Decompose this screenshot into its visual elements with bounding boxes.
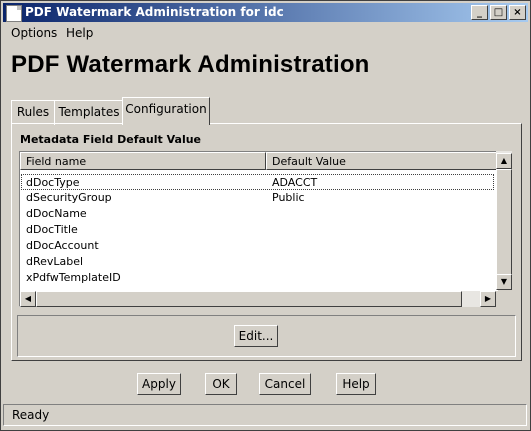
scroll-down-button[interactable]: ▼	[496, 274, 512, 290]
cancel-button[interactable]: Cancel	[259, 373, 311, 395]
title-bar[interactable]: PDF Watermark Administration for idc _ □…	[3, 3, 528, 22]
field-name-cell: dDocType	[26, 176, 80, 189]
vertical-scrollbar[interactable]: ▲ ▼	[496, 151, 512, 290]
menu-options[interactable]: Options	[11, 26, 57, 40]
document-icon	[6, 5, 22, 22]
column-header-default-value[interactable]: Default Value	[266, 152, 497, 170]
tab-templates[interactable]: Templates	[54, 100, 124, 125]
menu-help[interactable]: Help	[66, 26, 93, 40]
table-row[interactable]: dRevLabel	[21, 254, 494, 270]
maximize-button[interactable]: □	[490, 5, 507, 20]
field-name-cell: dDocName	[26, 207, 87, 220]
table-row[interactable]: xPdfwTemplateID	[21, 270, 494, 286]
default-value-cell: ADACCT	[272, 176, 318, 189]
window-controls: _ □ ×	[469, 5, 526, 20]
menu-bar: Options Help	[3, 24, 528, 42]
edit-button[interactable]: Edit...	[234, 325, 278, 347]
minimize-button[interactable]: _	[471, 5, 488, 20]
table-row[interactable]: dSecurityGroup Public	[21, 190, 494, 206]
field-name-cell: dDocTitle	[26, 223, 78, 236]
field-name-cell: dRevLabel	[26, 255, 84, 268]
column-header-field-name[interactable]: Field name	[20, 152, 266, 170]
window-title: PDF Watermark Administration for idc	[25, 5, 284, 19]
field-name-cell: dSecurityGroup	[26, 191, 112, 204]
horizontal-scroll-thumb[interactable]	[36, 291, 462, 307]
metadata-table: Field name Default Value dDocType ADACCT…	[19, 151, 498, 307]
status-bar: Ready	[3, 404, 527, 426]
table-row[interactable]: dDocTitle	[21, 222, 494, 238]
scroll-up-button[interactable]: ▲	[496, 153, 512, 169]
horizontal-scrollbar[interactable]: ◀ ▶	[20, 291, 496, 307]
tab-rules[interactable]: Rules	[11, 100, 55, 125]
ok-button[interactable]: OK	[205, 373, 237, 395]
default-value-cell: Public	[272, 191, 305, 204]
field-name-cell: xPdfwTemplateID	[26, 271, 121, 284]
table-row[interactable]: dDocName	[21, 206, 494, 222]
scroll-right-button[interactable]: ▶	[480, 291, 496, 307]
apply-button[interactable]: Apply	[137, 373, 181, 395]
scroll-left-button[interactable]: ◀	[20, 291, 36, 307]
field-name-cell: dDocAccount	[26, 239, 99, 252]
page-title: PDF Watermark Administration	[11, 51, 370, 78]
table-row[interactable]: dDocType ADACCT	[21, 174, 494, 190]
section-label: Metadata Field Default Value	[20, 133, 202, 146]
scroll-corner	[496, 291, 512, 307]
close-button[interactable]: ×	[509, 5, 526, 20]
vertical-scroll-thumb[interactable]	[496, 169, 512, 275]
table-row[interactable]: dDocAccount	[21, 238, 494, 254]
tab-configuration[interactable]: Configuration	[122, 97, 210, 125]
application-window: PDF Watermark Administration for idc _ □…	[0, 0, 531, 431]
help-button[interactable]: Help	[336, 373, 376, 395]
